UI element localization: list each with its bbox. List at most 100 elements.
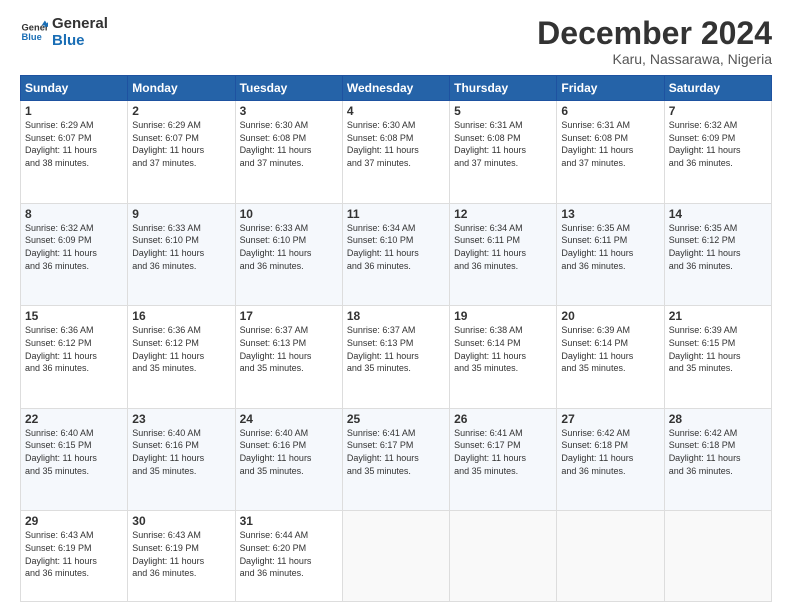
table-row: 4Sunrise: 6:30 AM Sunset: 6:08 PM Daylig… [342, 101, 449, 204]
day-headers-row: SundayMondayTuesdayWednesdayThursdayFrid… [21, 76, 772, 101]
day-info: Sunrise: 6:30 AM Sunset: 6:08 PM Dayligh… [347, 119, 445, 169]
day-number: 19 [454, 309, 552, 323]
day-info: Sunrise: 6:32 AM Sunset: 6:09 PM Dayligh… [669, 119, 767, 169]
week-row-5: 29Sunrise: 6:43 AM Sunset: 6:19 PM Dayli… [21, 511, 772, 602]
day-info: Sunrise: 6:34 AM Sunset: 6:10 PM Dayligh… [347, 222, 445, 272]
table-row: 10Sunrise: 6:33 AM Sunset: 6:10 PM Dayli… [235, 203, 342, 306]
week-row-1: 1Sunrise: 6:29 AM Sunset: 6:07 PM Daylig… [21, 101, 772, 204]
day-info: Sunrise: 6:29 AM Sunset: 6:07 PM Dayligh… [25, 119, 123, 169]
logo-icon: General Blue [20, 19, 48, 47]
day-number: 27 [561, 412, 659, 426]
location: Karu, Nassarawa, Nigeria [537, 51, 772, 67]
day-info: Sunrise: 6:43 AM Sunset: 6:19 PM Dayligh… [132, 529, 230, 579]
table-row: 5Sunrise: 6:31 AM Sunset: 6:08 PM Daylig… [450, 101, 557, 204]
day-number: 22 [25, 412, 123, 426]
day-number: 18 [347, 309, 445, 323]
table-row: 31Sunrise: 6:44 AM Sunset: 6:20 PM Dayli… [235, 511, 342, 602]
table-row: 17Sunrise: 6:37 AM Sunset: 6:13 PM Dayli… [235, 306, 342, 409]
day-number: 20 [561, 309, 659, 323]
day-number: 15 [25, 309, 123, 323]
day-number: 24 [240, 412, 338, 426]
day-info: Sunrise: 6:42 AM Sunset: 6:18 PM Dayligh… [669, 427, 767, 477]
table-row: 11Sunrise: 6:34 AM Sunset: 6:10 PM Dayli… [342, 203, 449, 306]
day-info: Sunrise: 6:29 AM Sunset: 6:07 PM Dayligh… [132, 119, 230, 169]
table-row: 18Sunrise: 6:37 AM Sunset: 6:13 PM Dayli… [342, 306, 449, 409]
table-row: 28Sunrise: 6:42 AM Sunset: 6:18 PM Dayli… [664, 408, 771, 511]
day-info: Sunrise: 6:40 AM Sunset: 6:15 PM Dayligh… [25, 427, 123, 477]
day-number: 23 [132, 412, 230, 426]
table-row [557, 511, 664, 602]
table-row: 12Sunrise: 6:34 AM Sunset: 6:11 PM Dayli… [450, 203, 557, 306]
day-header-monday: Monday [128, 76, 235, 101]
day-info: Sunrise: 6:37 AM Sunset: 6:13 PM Dayligh… [240, 324, 338, 374]
day-header-wednesday: Wednesday [342, 76, 449, 101]
day-info: Sunrise: 6:42 AM Sunset: 6:18 PM Dayligh… [561, 427, 659, 477]
day-number: 16 [132, 309, 230, 323]
table-row: 22Sunrise: 6:40 AM Sunset: 6:15 PM Dayli… [21, 408, 128, 511]
table-row: 2Sunrise: 6:29 AM Sunset: 6:07 PM Daylig… [128, 101, 235, 204]
day-header-thursday: Thursday [450, 76, 557, 101]
table-row: 20Sunrise: 6:39 AM Sunset: 6:14 PM Dayli… [557, 306, 664, 409]
day-number: 29 [25, 514, 123, 528]
day-info: Sunrise: 6:38 AM Sunset: 6:14 PM Dayligh… [454, 324, 552, 374]
day-number: 28 [669, 412, 767, 426]
header: General Blue General Blue December 2024 … [20, 16, 772, 67]
calendar-body: 1Sunrise: 6:29 AM Sunset: 6:07 PM Daylig… [21, 101, 772, 602]
table-row: 19Sunrise: 6:38 AM Sunset: 6:14 PM Dayli… [450, 306, 557, 409]
day-number: 25 [347, 412, 445, 426]
day-info: Sunrise: 6:40 AM Sunset: 6:16 PM Dayligh… [240, 427, 338, 477]
day-number: 8 [25, 207, 123, 221]
table-row: 6Sunrise: 6:31 AM Sunset: 6:08 PM Daylig… [557, 101, 664, 204]
day-info: Sunrise: 6:37 AM Sunset: 6:13 PM Dayligh… [347, 324, 445, 374]
table-row: 26Sunrise: 6:41 AM Sunset: 6:17 PM Dayli… [450, 408, 557, 511]
day-info: Sunrise: 6:33 AM Sunset: 6:10 PM Dayligh… [132, 222, 230, 272]
day-info: Sunrise: 6:39 AM Sunset: 6:15 PM Dayligh… [669, 324, 767, 374]
table-row: 25Sunrise: 6:41 AM Sunset: 6:17 PM Dayli… [342, 408, 449, 511]
table-row [664, 511, 771, 602]
day-info: Sunrise: 6:32 AM Sunset: 6:09 PM Dayligh… [25, 222, 123, 272]
table-row [450, 511, 557, 602]
day-info: Sunrise: 6:34 AM Sunset: 6:11 PM Dayligh… [454, 222, 552, 272]
day-number: 2 [132, 104, 230, 118]
table-row: 1Sunrise: 6:29 AM Sunset: 6:07 PM Daylig… [21, 101, 128, 204]
day-info: Sunrise: 6:44 AM Sunset: 6:20 PM Dayligh… [240, 529, 338, 579]
day-info: Sunrise: 6:39 AM Sunset: 6:14 PM Dayligh… [561, 324, 659, 374]
day-info: Sunrise: 6:36 AM Sunset: 6:12 PM Dayligh… [132, 324, 230, 374]
day-number: 30 [132, 514, 230, 528]
table-row: 29Sunrise: 6:43 AM Sunset: 6:19 PM Dayli… [21, 511, 128, 602]
day-number: 1 [25, 104, 123, 118]
day-info: Sunrise: 6:40 AM Sunset: 6:16 PM Dayligh… [132, 427, 230, 477]
logo: General Blue General Blue [20, 16, 108, 49]
day-info: Sunrise: 6:41 AM Sunset: 6:17 PM Dayligh… [347, 427, 445, 477]
logo-line1: General [52, 16, 108, 33]
day-number: 26 [454, 412, 552, 426]
day-number: 12 [454, 207, 552, 221]
table-row: 9Sunrise: 6:33 AM Sunset: 6:10 PM Daylig… [128, 203, 235, 306]
day-header-friday: Friday [557, 76, 664, 101]
table-row: 21Sunrise: 6:39 AM Sunset: 6:15 PM Dayli… [664, 306, 771, 409]
day-number: 14 [669, 207, 767, 221]
title-block: December 2024 Karu, Nassarawa, Nigeria [537, 16, 772, 67]
day-number: 4 [347, 104, 445, 118]
logo-line2: Blue [52, 32, 85, 49]
table-row: 13Sunrise: 6:35 AM Sunset: 6:11 PM Dayli… [557, 203, 664, 306]
day-number: 6 [561, 104, 659, 118]
day-number: 5 [454, 104, 552, 118]
day-number: 17 [240, 309, 338, 323]
day-header-sunday: Sunday [21, 76, 128, 101]
week-row-4: 22Sunrise: 6:40 AM Sunset: 6:15 PM Dayli… [21, 408, 772, 511]
day-info: Sunrise: 6:35 AM Sunset: 6:11 PM Dayligh… [561, 222, 659, 272]
week-row-2: 8Sunrise: 6:32 AM Sunset: 6:09 PM Daylig… [21, 203, 772, 306]
day-info: Sunrise: 6:31 AM Sunset: 6:08 PM Dayligh… [454, 119, 552, 169]
day-number: 9 [132, 207, 230, 221]
day-info: Sunrise: 6:35 AM Sunset: 6:12 PM Dayligh… [669, 222, 767, 272]
day-info: Sunrise: 6:43 AM Sunset: 6:19 PM Dayligh… [25, 529, 123, 579]
page: General Blue General Blue December 2024 … [0, 0, 792, 612]
day-header-saturday: Saturday [664, 76, 771, 101]
day-info: Sunrise: 6:33 AM Sunset: 6:10 PM Dayligh… [240, 222, 338, 272]
day-info: Sunrise: 6:41 AM Sunset: 6:17 PM Dayligh… [454, 427, 552, 477]
day-number: 3 [240, 104, 338, 118]
day-number: 11 [347, 207, 445, 221]
month-title: December 2024 [537, 16, 772, 51]
logo-text: General Blue [52, 16, 108, 49]
